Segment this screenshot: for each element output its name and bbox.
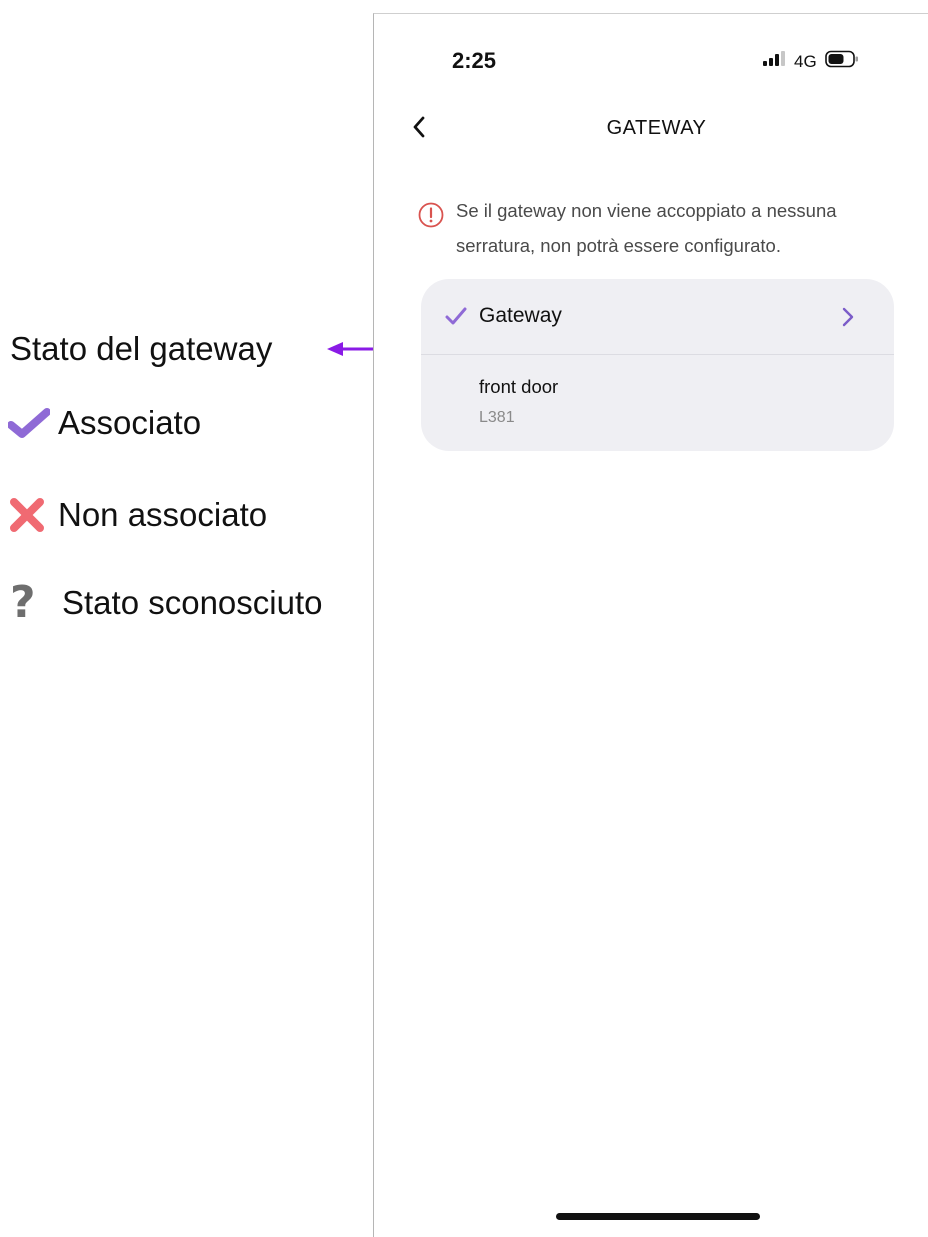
- status-time: 2:25: [452, 48, 497, 73]
- divider: [421, 354, 894, 355]
- gateway-card: Gateway front door L381: [421, 279, 894, 451]
- gateway-status-label: Gateway: [479, 304, 562, 327]
- check-icon: [445, 307, 467, 325]
- question-icon: ?: [10, 577, 36, 628]
- signal-icon: [762, 51, 788, 72]
- warning-text-line2: serratura, non potrà essere configurato.: [456, 235, 781, 256]
- status-indicators: 4G: [762, 50, 859, 73]
- annotation-title: Stato del gateway: [10, 330, 273, 367]
- lock-name: front door: [479, 376, 559, 397]
- legend-label-not-associated: Non associato: [58, 496, 268, 533]
- alert-circle-icon: [418, 202, 444, 228]
- legend-item-not-associated: Non associato: [8, 494, 267, 536]
- warning-text-line1: Se il gateway non viene accoppiato a nes…: [456, 200, 837, 221]
- network-type: 4G: [794, 51, 817, 71]
- check-icon: [8, 402, 58, 444]
- legend-item-unknown: ? Stato sconosciuto: [8, 577, 323, 628]
- legend-label-associated: Associato: [58, 404, 202, 441]
- cross-icon: [8, 494, 58, 536]
- legend-item-associated: Associato: [8, 402, 201, 444]
- home-indicator[interactable]: [556, 1213, 760, 1220]
- battery-icon: [824, 50, 859, 73]
- lock-id: L381: [479, 409, 515, 426]
- phone-screen: 2:25 4G GATEWAY Se il gateway non viene …: [373, 13, 928, 1237]
- gateway-status-row[interactable]: Gateway: [421, 279, 894, 354]
- chevron-right-icon: [842, 307, 854, 327]
- legend-label-unknown: Stato sconosciuto: [62, 584, 323, 621]
- page-title: GATEWAY: [606, 117, 707, 139]
